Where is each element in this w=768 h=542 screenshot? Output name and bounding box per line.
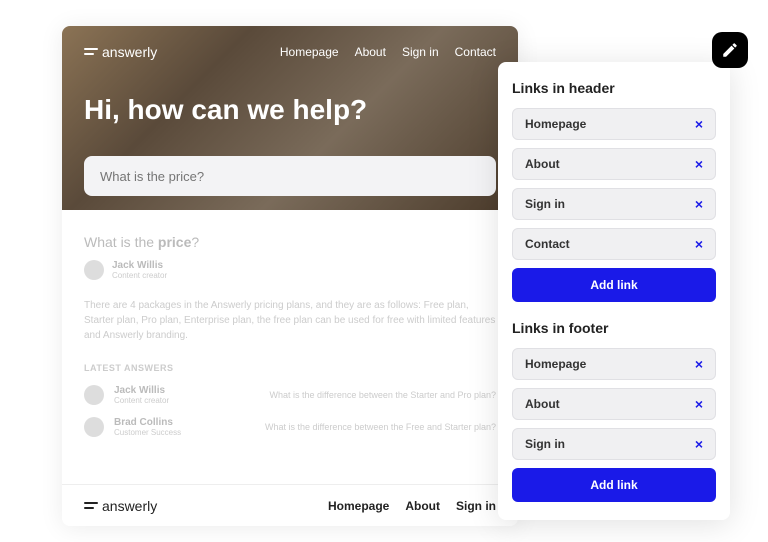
add-footer-link-button[interactable]: Add link [512,468,716,502]
footer: answerly Homepage About Sign in [62,484,518,526]
add-header-link-button[interactable]: Add link [512,268,716,302]
remove-link-icon[interactable]: × [695,357,703,371]
header-links-title: Links in header [512,80,716,96]
brand-logo: answerly [84,44,157,60]
avatar [84,417,104,437]
site-preview: answerly Homepage About Sign in Contact … [62,26,518,526]
link-label: About [525,397,560,411]
author-row: Jack Willis Content creator [84,260,496,280]
footer-links-title: Links in footer [512,320,716,336]
footer-link-item[interactable]: Homepage × [512,348,716,380]
list-item: Jack Willis Content creator What is the … [84,385,496,405]
avatar [84,260,104,280]
remove-link-icon[interactable]: × [695,237,703,251]
header-link-item[interactable]: Homepage × [512,108,716,140]
search-input[interactable] [100,169,480,184]
footer-links-section: Links in footer Homepage×About×Sign in× … [512,320,716,502]
link-label: Sign in [525,197,565,211]
footer-nav-signin[interactable]: Sign in [456,499,496,513]
pencil-icon [721,41,739,59]
link-label: Contact [525,237,570,251]
avatar [84,385,104,405]
brand-icon [84,47,98,57]
hero-title: Hi, how can we help? [84,94,496,126]
footer-nav-about[interactable]: About [405,499,440,513]
link-label: Sign in [525,437,565,451]
link-label: About [525,157,560,171]
author-role: Content creator [112,271,167,280]
link-label: Homepage [525,117,586,131]
links-editor-panel: Links in header Homepage×About×Sign in×C… [498,62,730,520]
remove-link-icon[interactable]: × [695,157,703,171]
remove-link-icon[interactable]: × [695,397,703,411]
nav-homepage[interactable]: Homepage [280,45,339,59]
brand-text: answerly [102,44,157,60]
remove-link-icon[interactable]: × [695,437,703,451]
header-link-item[interactable]: About × [512,148,716,180]
list-item: Brad Collins Customer Success What is th… [84,417,496,437]
header-links-section: Links in header Homepage×About×Sign in×C… [512,80,716,320]
footer-brand: answerly [84,498,157,514]
edit-button[interactable] [712,32,748,68]
header-link-item[interactable]: Sign in × [512,188,716,220]
search-bar[interactable] [84,156,496,196]
hero: answerly Homepage About Sign in Contact … [62,26,518,210]
answer-text: There are 4 packages in the Answerly pri… [84,298,496,343]
nav-about[interactable]: About [355,45,386,59]
author-name: Jack Willis [112,260,167,271]
header-link-item[interactable]: Contact × [512,228,716,260]
content-area: What is the price? Jack Willis Content c… [62,210,518,473]
footer-link-item[interactable]: Sign in × [512,428,716,460]
remove-link-icon[interactable]: × [695,117,703,131]
footer-nav-homepage[interactable]: Homepage [328,499,389,513]
remove-link-icon[interactable]: × [695,197,703,211]
footer-nav: Homepage About Sign in [328,499,496,513]
link-label: Homepage [525,357,586,371]
nav-signin[interactable]: Sign in [402,45,439,59]
footer-link-item[interactable]: About × [512,388,716,420]
question-title: What is the price? [84,234,496,250]
nav-contact[interactable]: Contact [455,45,496,59]
latest-answers-label: LATEST ANSWERS [84,363,496,373]
brand-icon [84,501,98,511]
header-nav: Homepage About Sign in Contact [280,45,496,59]
